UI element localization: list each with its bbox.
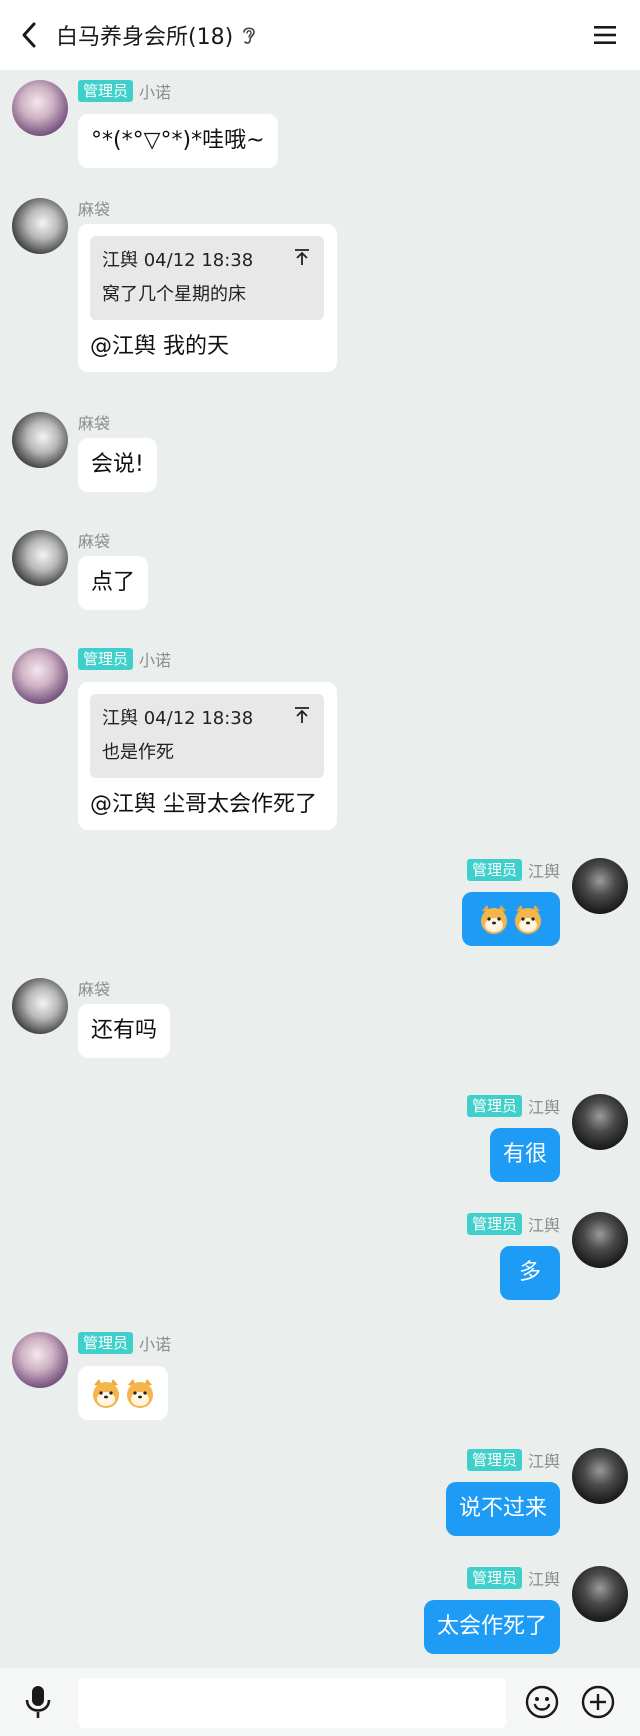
- avatar[interactable]: [572, 1566, 628, 1622]
- quote-text: 也是作死: [102, 742, 174, 763]
- avatar[interactable]: [12, 530, 68, 586]
- jump-to-quote-icon: [295, 707, 309, 723]
- avatar[interactable]: [12, 80, 68, 136]
- avatar[interactable]: [12, 412, 68, 468]
- sender-name: 江舆: [527, 1216, 560, 1235]
- avatar[interactable]: [572, 1448, 628, 1504]
- hamburger-menu-icon: [594, 26, 616, 44]
- shiba-emoji-icon: [93, 1379, 119, 1408]
- ear-icon: [241, 24, 259, 46]
- chat-header: 白马养身会所(18): [0, 0, 640, 70]
- sender-name: 麻袋: [78, 980, 111, 999]
- avatar[interactable]: [12, 978, 68, 1034]
- message-bubble[interactable]: 还有吗: [78, 1004, 171, 1058]
- sender-name: 麻袋: [78, 200, 111, 219]
- chevron-left-icon: [22, 22, 36, 48]
- message-bubble[interactable]: °*(*°▽°*)*哇哦~: [78, 114, 278, 168]
- input-bar: [0, 1668, 640, 1736]
- avatar[interactable]: [12, 198, 68, 254]
- sender-name: 小诺: [139, 1335, 172, 1354]
- shiba-emoji-icon: [515, 905, 541, 934]
- message-bubble[interactable]: 太会作死了: [423, 1600, 560, 1654]
- sender-name: 江舆: [527, 862, 560, 881]
- quote-header: 江舆 04/12 18:38: [102, 708, 254, 729]
- message-text: @江舆 我的天: [90, 334, 229, 359]
- admin-badge: 管理员: [466, 1095, 522, 1117]
- admin-badge: 管理员: [466, 1567, 522, 1589]
- message-list[interactable]: 管理员 小诺 °*(*°▽°*)*哇哦~ 麻袋 江舆 04/12 18:38 窝…: [0, 70, 640, 1668]
- sender-name: 江舆: [527, 1452, 560, 1471]
- quoted-message[interactable]: 江舆 04/12 18:38 窝了几个星期的床: [90, 236, 324, 320]
- message-bubble[interactable]: 江舆 04/12 18:38 也是作死 @江舆 尘哥太会作死了: [78, 682, 337, 830]
- quote-header: 江舆 04/12 18:38: [102, 250, 254, 271]
- message-bubble[interactable]: [462, 892, 560, 946]
- voice-button[interactable]: [22, 1684, 54, 1720]
- sender-name: 小诺: [139, 83, 172, 102]
- message-bubble[interactable]: [78, 1366, 168, 1420]
- message-input[interactable]: [78, 1678, 506, 1728]
- group-title: 白马养身会所(18): [56, 25, 234, 50]
- admin-badge: 管理员: [466, 1213, 522, 1235]
- avatar[interactable]: [572, 858, 628, 914]
- shiba-emoji-icon: [127, 1379, 153, 1408]
- quote-text: 窝了几个星期的床: [102, 284, 246, 305]
- message-text: @江舆 尘哥太会作死了: [90, 792, 317, 817]
- message-bubble[interactable]: 会说!: [78, 438, 157, 492]
- quoted-message[interactable]: 江舆 04/12 18:38 也是作死: [90, 694, 324, 778]
- sender-name: 小诺: [139, 651, 172, 670]
- plus-circle-icon: [581, 1685, 615, 1719]
- emoji-button[interactable]: [524, 1684, 560, 1720]
- message-bubble[interactable]: 多: [499, 1246, 560, 1300]
- admin-badge: 管理员: [78, 1332, 134, 1354]
- message-bubble[interactable]: 点了: [78, 556, 149, 610]
- jump-to-quote-icon: [295, 249, 309, 265]
- back-button[interactable]: [4, 0, 54, 70]
- avatar[interactable]: [572, 1094, 628, 1150]
- message-bubble[interactable]: 江舆 04/12 18:38 窝了几个星期的床 @江舆 我的天: [78, 224, 337, 372]
- admin-badge: 管理员: [466, 1449, 522, 1471]
- smiley-icon: [525, 1685, 559, 1719]
- microphone-icon: [25, 1686, 51, 1718]
- avatar[interactable]: [12, 648, 68, 704]
- admin-badge: 管理员: [78, 80, 134, 102]
- sender-name: 江舆: [527, 1570, 560, 1589]
- avatar[interactable]: [572, 1212, 628, 1268]
- menu-button[interactable]: [592, 22, 618, 48]
- shiba-emoji-icon: [481, 905, 507, 934]
- more-options-button[interactable]: [580, 1684, 616, 1720]
- sender-name: 麻袋: [78, 532, 111, 551]
- message-bubble[interactable]: 说不过来: [445, 1482, 560, 1536]
- avatar[interactable]: [12, 1332, 68, 1388]
- message-bubble[interactable]: 有很: [489, 1128, 560, 1182]
- sender-name: 麻袋: [78, 414, 111, 433]
- sender-name: 江舆: [527, 1098, 560, 1117]
- admin-badge: 管理员: [466, 859, 522, 881]
- admin-badge: 管理员: [78, 648, 134, 670]
